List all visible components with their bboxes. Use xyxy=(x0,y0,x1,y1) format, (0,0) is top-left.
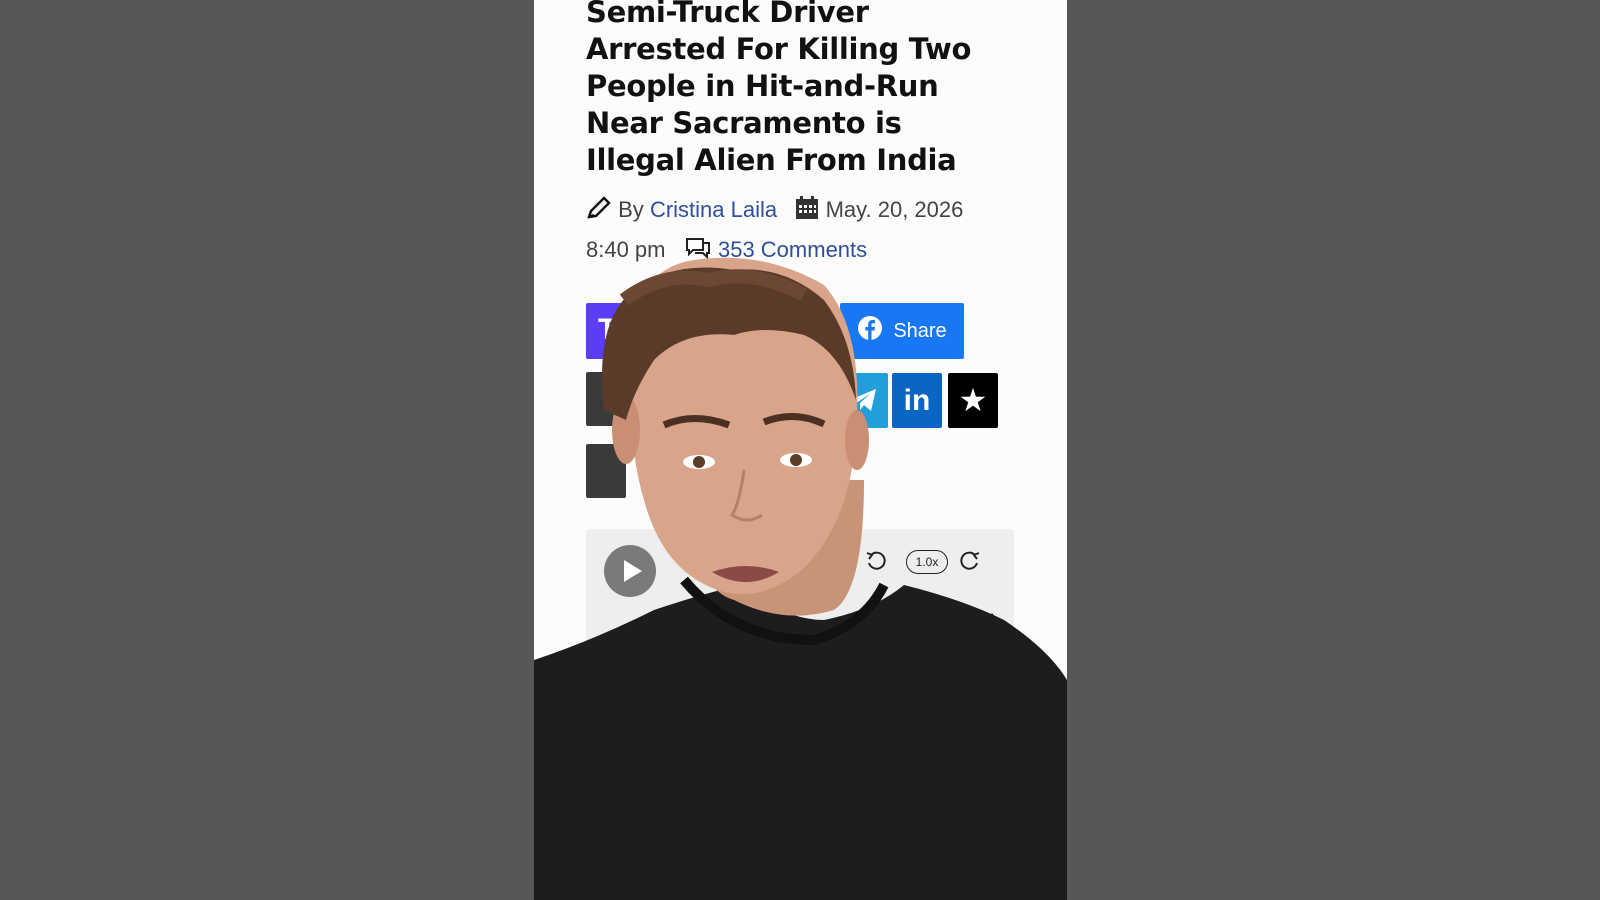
presenter-video-overlay xyxy=(534,257,1067,900)
article-viewport: Semi-Truck Driver Arrested For Killing T… xyxy=(534,0,1067,900)
